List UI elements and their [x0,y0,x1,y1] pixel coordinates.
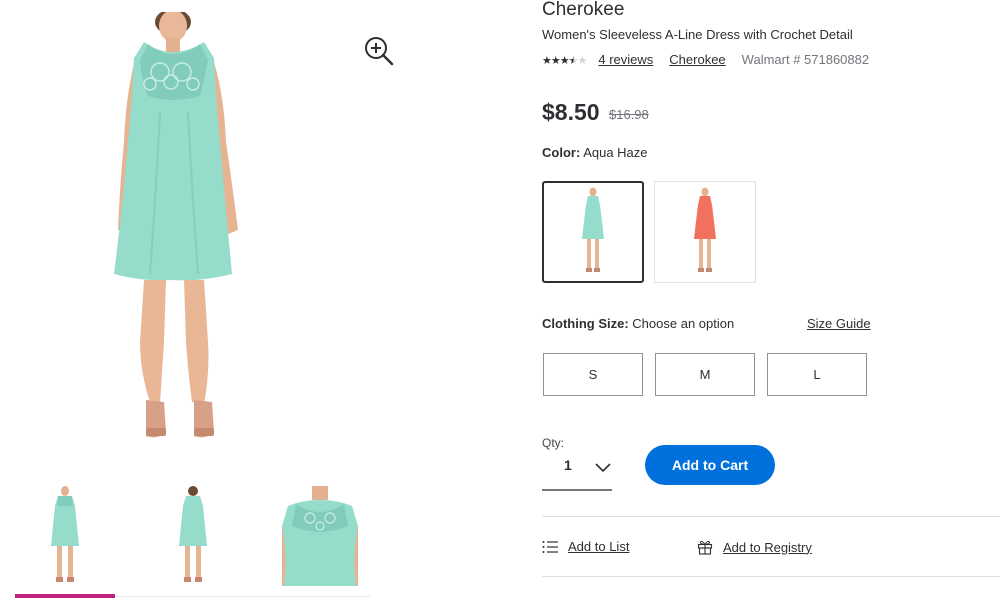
color-value: Aqua Haze [583,145,648,160]
zoom-in-icon[interactable] [363,35,395,67]
star-icon: ★ [542,55,552,67]
product-name: Women's Sleeveless A-Line Dress with Cro… [542,27,853,42]
color-label-row: Color: Aqua Haze [542,145,648,160]
color-swatch-coral[interactable] [654,181,756,283]
chevron-down-icon [595,460,611,478]
size-option-l[interactable]: L [767,353,867,396]
brand-link[interactable]: Cherokee [669,52,725,67]
empty-star-icon: ★ [577,55,588,67]
reviews-link[interactable]: 4 reviews [598,52,653,67]
thumbnail-divider [115,596,370,597]
gift-icon [697,540,713,555]
thumbnail-detail[interactable] [282,480,358,592]
color-label: Color: [542,145,581,160]
thumbnail-back[interactable] [143,480,243,592]
list-icon [542,540,558,553]
walmart-number: Walmart # 571860882 [741,52,870,67]
current-price: $8.50 [542,99,600,125]
qty-label: Qty: [542,436,565,450]
add-to-list-button[interactable]: Add to List [542,539,629,554]
qty-select[interactable]: 1 [542,451,612,491]
add-to-list-label: Add to List [568,539,630,554]
divider [542,516,1000,517]
was-price: $16.98 [609,107,649,122]
size-label: Clothing Size: [542,316,629,331]
add-to-registry-label: Add to Registry [723,539,812,555]
half-star-icon: ★ [568,55,579,67]
brand-title: Cherokee [542,0,625,20]
star-icon: ★ [550,55,561,67]
rating-row: ★★★★★ 4 reviews Cherokee Walmart # 57186… [542,52,869,67]
color-swatch-aqua[interactable] [542,181,644,283]
thumbnail-front[interactable] [15,480,115,592]
add-to-registry-button[interactable]: Add to Registry [697,539,812,555]
size-value: Choose an option [632,316,735,331]
size-guide-link[interactable]: Size Guide [807,316,871,331]
size-option-s[interactable]: S [543,353,643,396]
thumbnail-selected-indicator [15,594,115,598]
size-option-m[interactable]: M [655,353,755,396]
main-product-image [100,9,260,444]
size-label-row: Clothing Size: Choose an option [542,316,734,331]
divider [542,576,1000,577]
rating-stars: ★★★★★ [542,52,588,67]
star-icon: ★ [559,55,570,67]
add-to-cart-button[interactable]: Add to Cart [645,445,775,485]
qty-value: 1 [564,457,572,473]
